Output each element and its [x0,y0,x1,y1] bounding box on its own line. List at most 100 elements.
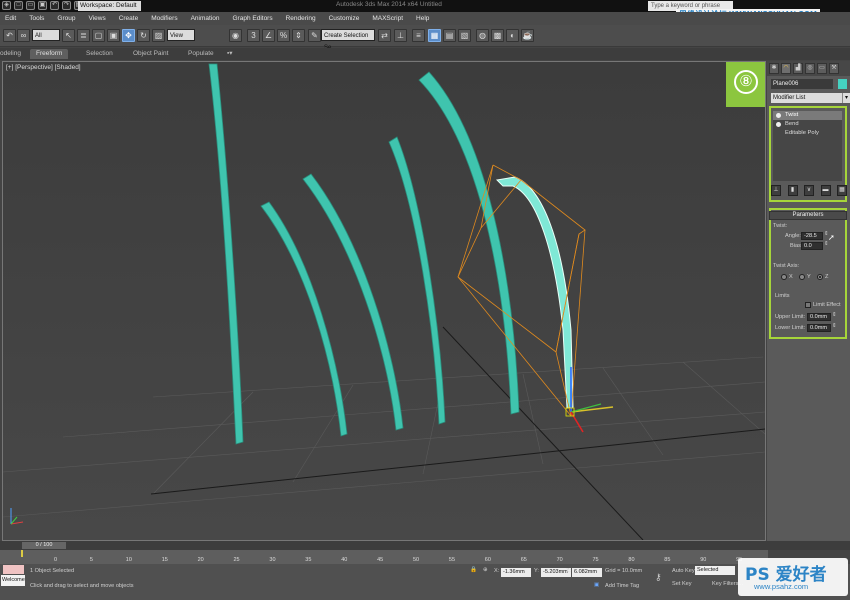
ribbon-options-icon[interactable]: ▪▾ [227,49,233,59]
key-mode-dropdown[interactable]: Selected [695,566,735,575]
spinner-arrows-icon[interactable]: ⇕ [824,241,829,247]
undo-icon[interactable]: ↶ [3,29,16,42]
create-tab-icon[interactable]: ✱ [769,63,779,74]
grass-blade-2[interactable] [260,201,348,437]
modifier-list-dropdown[interactable]: Modifier List [771,93,842,103]
curve-editor-icon[interactable]: ▤ [443,29,456,42]
perspective-viewport[interactable]: [+] [Perspective] [Shaded] ⑧ [2,61,766,541]
lower-limit-spinner[interactable]: 0.0mm [807,324,831,332]
track-bar[interactable]: 05101520253035404550556065707580859095 [0,550,768,564]
save-icon[interactable]: ▣ [38,1,47,10]
object-name-field[interactable]: Plane006 [771,79,833,89]
modify-tab-icon[interactable]: ◠ [781,63,791,74]
edit-named-sets-icon[interactable]: ✎ [308,29,321,42]
angle-spinner[interactable]: -28.5 [801,232,823,240]
axis-z-radio[interactable] [817,274,823,280]
pin-stack-icon[interactable]: ⊥ [771,185,781,196]
make-unique-icon[interactable]: ∨ [804,185,814,196]
tab-modeling[interactable]: odeling [0,49,21,59]
app-menu-icon[interactable]: ◈ [2,1,11,10]
time-tag-icon[interactable]: ▣ [594,582,599,588]
tab-selection[interactable]: Selection [86,49,113,59]
pivot-center-icon[interactable]: ◉ [229,29,242,42]
angle-snap-icon[interactable]: ∠ [262,29,275,42]
graphite-toggle-icon[interactable]: ▦ [428,29,441,42]
set-key-button[interactable]: Set Key [672,581,692,587]
menu-animation[interactable]: Animation [191,15,220,22]
display-tab-icon[interactable]: ▭ [817,63,827,74]
menu-graph-editors[interactable]: Graph Editors [233,15,273,22]
show-end-result-icon[interactable]: ▮ [787,185,798,196]
motion-tab-icon[interactable]: ◎ [805,63,815,74]
rect-region-icon[interactable]: ▢ [92,29,105,42]
select-object-icon[interactable]: ↖ [62,29,75,42]
menu-modifiers[interactable]: Modifiers [151,15,177,22]
rendered-frame-icon[interactable]: ◐ [506,29,519,42]
spinner-arrows-icon[interactable]: ⇕ [832,312,837,318]
spinner-snap-icon[interactable]: ⇕ [292,29,305,42]
bulb-icon[interactable] [776,122,781,127]
render-setup-icon[interactable]: ▩ [491,29,504,42]
menu-maxscript[interactable]: MAXScript [372,15,403,22]
menu-customize[interactable]: Customize [329,15,360,22]
time-slider-bar[interactable]: 0 / 100 [0,541,850,550]
upper-limit-spinner[interactable]: 0.0mm [807,313,831,321]
chevron-down-icon[interactable]: ▾ [842,93,850,103]
x-coordinate-field[interactable]: -1.36mm [501,568,531,577]
layer-manager-icon[interactable]: ≡ [412,29,425,42]
remove-modifier-icon[interactable]: ▬ [820,185,831,196]
menu-group[interactable]: Group [57,15,75,22]
hierarchy-tab-icon[interactable]: ▟ [793,63,803,74]
object-color-swatch[interactable] [838,79,847,89]
absolute-mode-icon[interactable]: ⊕ [483,567,488,573]
menu-views[interactable]: Views [88,15,105,22]
material-editor-icon[interactable]: ◍ [476,29,489,42]
link-icon[interactable]: ∞ [17,29,30,42]
menu-tools[interactable]: Tools [29,15,44,22]
menu-edit[interactable]: Edit [5,15,16,22]
maxscript-mini-listener[interactable]: Welcome [1,575,25,586]
spinner-arrows-icon[interactable]: ⇕ [832,323,837,329]
lock-icon[interactable]: 🔒 [470,567,477,573]
limit-effect-checkbox[interactable] [805,302,811,308]
time-slider[interactable]: 0 / 100 [22,542,66,549]
percent-snap-icon[interactable]: % [277,29,290,42]
stack-item-editable-poly[interactable]: Editable Poly [773,129,842,138]
selection-filter-dropdown[interactable]: All [32,29,60,41]
menu-help[interactable]: Help [416,15,429,22]
key-icon[interactable]: ⚷ [655,572,662,583]
schematic-view-icon[interactable]: ▧ [458,29,471,42]
utilities-tab-icon[interactable]: ⚒ [829,63,839,74]
auto-key-button[interactable]: Auto Key [672,568,695,574]
add-time-tag[interactable]: Add Time Tag [605,583,639,589]
select-by-name-icon[interactable]: ≣ [77,29,90,42]
new-file-icon[interactable]: □ [14,1,23,10]
tab-freeform[interactable]: Freeform [30,49,69,59]
render-production-icon[interactable]: ☕ [521,29,534,42]
tab-populate[interactable]: Populate [188,49,214,59]
select-scale-icon[interactable]: ▨ [152,29,165,42]
open-file-icon[interactable]: ▭ [26,1,35,10]
menu-rendering[interactable]: Rendering [286,15,316,22]
window-crossing-icon[interactable]: ▣ [107,29,120,42]
menu-create[interactable]: Create [119,15,139,22]
workspace-dropdown[interactable]: Workspace: Default [78,1,141,11]
parameters-rollout[interactable]: Parameters [769,211,847,220]
named-selection-set-dropdown[interactable]: Create Selection Se [321,29,375,51]
snaps-toggle-icon[interactable]: 3 [247,29,260,42]
configure-sets-icon[interactable]: ▦ [837,185,847,196]
reference-coordinate-dropdown[interactable]: View [167,29,195,41]
select-move-icon[interactable]: ✥ [122,29,135,42]
select-rotate-icon[interactable]: ↻ [137,29,150,42]
bias-spinner[interactable]: 0.0 [801,242,823,250]
z-coordinate-field[interactable]: 6.082mm [572,568,602,577]
mirror-icon[interactable]: ⇄ [378,29,391,42]
stack-item-bend[interactable]: Bend [773,120,842,129]
redo-icon[interactable]: ↷ [62,1,71,10]
axis-x-radio[interactable] [781,274,787,280]
tab-object-paint[interactable]: Object Paint [133,49,168,59]
bulb-icon[interactable] [776,113,781,118]
axis-y-radio[interactable] [799,274,805,280]
grass-blade-1[interactable] [208,63,244,445]
stack-item-twist[interactable]: Twist [773,111,842,120]
